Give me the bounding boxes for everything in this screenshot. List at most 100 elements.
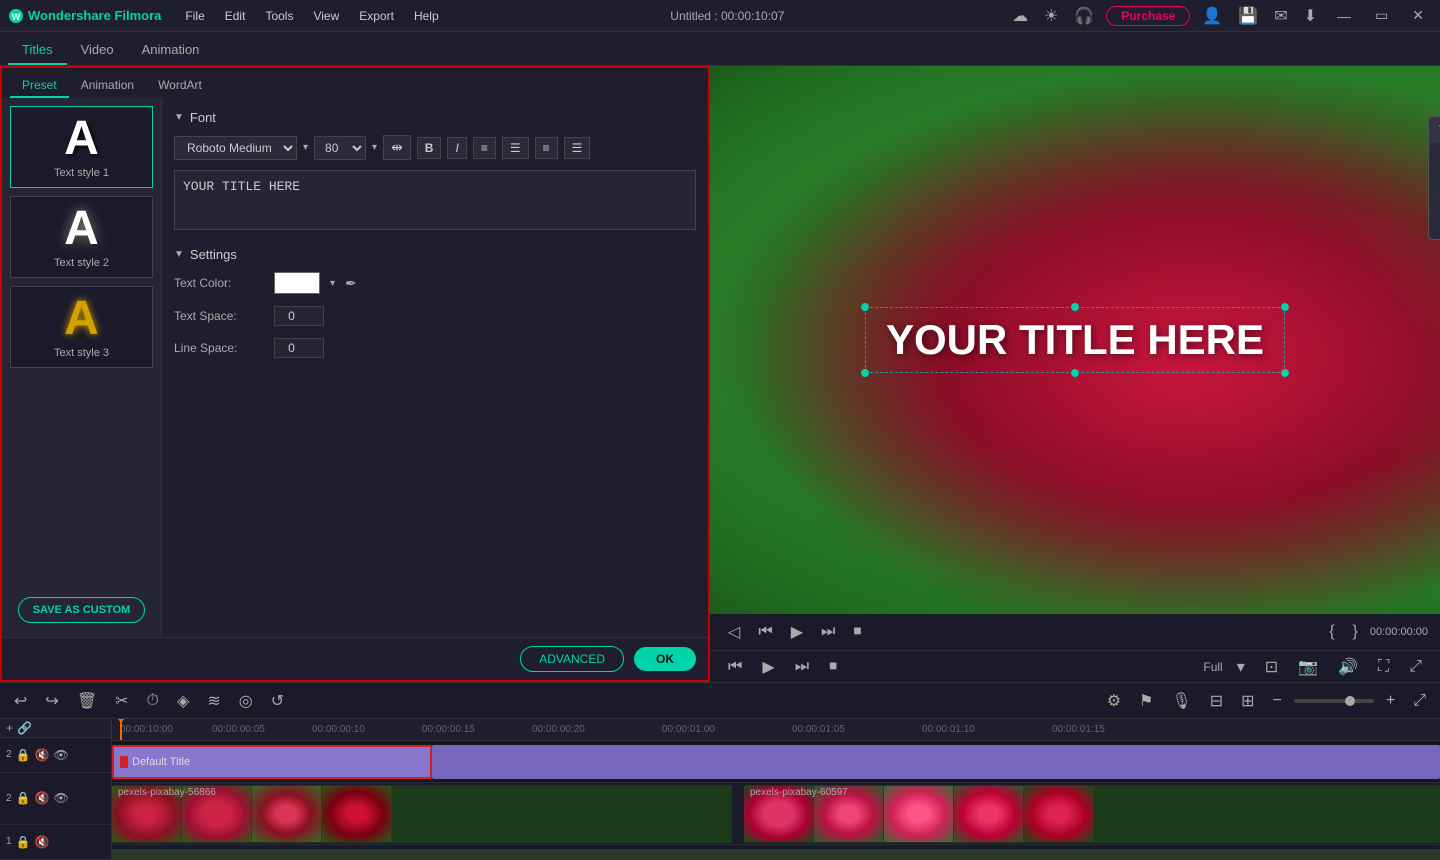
- font-size-select[interactable]: 80: [314, 136, 366, 160]
- cloud-icon[interactable]: ☁: [1008, 4, 1032, 28]
- handle-bm[interactable]: [1071, 369, 1079, 377]
- preset-item-3[interactable]: A Text style 3: [10, 286, 153, 368]
- close-button[interactable]: ✕: [1404, 5, 1432, 26]
- expand-icon[interactable]: ⤢: [1403, 656, 1428, 678]
- eyedropper-icon[interactable]: ✒: [345, 275, 357, 292]
- tab-video[interactable]: Video: [67, 36, 128, 65]
- font-dropdown-icon[interactable]: ▾: [303, 142, 308, 153]
- align-left-button[interactable]: ≡: [473, 137, 496, 159]
- record-button[interactable]: ⊞: [1235, 689, 1260, 713]
- video-segment-1[interactable]: pexels-pixabay-56866: [112, 785, 732, 843]
- effects-button[interactable]: ◎: [233, 689, 259, 713]
- stop-button[interactable]: ⏹: [847, 621, 867, 643]
- volume-icon[interactable]: 🔊: [1332, 655, 1364, 679]
- color-dropdown-icon[interactable]: ▾: [330, 278, 335, 289]
- next-frame-icon[interactable]: ⏭: [789, 656, 815, 678]
- lock-icon[interactable]: 🔒: [16, 748, 31, 762]
- mail-icon[interactable]: ✉: [1270, 4, 1291, 28]
- tab-titles[interactable]: Titles: [8, 36, 67, 65]
- expand-timeline-icon[interactable]: ⤢: [1407, 690, 1432, 712]
- speed-button[interactable]: ⏱: [141, 690, 165, 712]
- scrub-left-icon[interactable]: ◁: [722, 620, 746, 644]
- prev-frame-icon[interactable]: ⏮: [722, 656, 748, 678]
- menu-edit[interactable]: Edit: [217, 7, 254, 25]
- handle-bl[interactable]: [861, 369, 869, 377]
- video-segment-2[interactable]: pexels-pixabay-60597: [744, 785, 1440, 843]
- maximize-button[interactable]: ▭: [1367, 5, 1396, 26]
- screenshot-icon[interactable]: 📷: [1292, 655, 1324, 679]
- italic-button[interactable]: I: [447, 137, 466, 159]
- undo-button[interactable]: ↩: [8, 689, 33, 713]
- delete-button[interactable]: 🗑: [71, 689, 103, 713]
- ok-button[interactable]: OK: [634, 647, 696, 671]
- mic-button[interactable]: 🎙: [1165, 689, 1197, 713]
- menu-help[interactable]: Help: [406, 7, 447, 25]
- sub-tab-animation[interactable]: Animation: [69, 74, 146, 98]
- redo-button[interactable]: ↪: [39, 689, 64, 713]
- tab-animation[interactable]: Animation: [128, 36, 214, 65]
- track1-lock-icon[interactable]: 🔒: [16, 791, 31, 805]
- color-button[interactable]: ◈: [171, 689, 195, 713]
- justify-button[interactable]: ☰: [564, 137, 591, 159]
- split-button[interactable]: ⊟: [1204, 689, 1229, 713]
- char-spacing-button[interactable]: ⇹: [383, 135, 411, 160]
- marker-button[interactable]: ⚑: [1133, 689, 1159, 713]
- audio-mute-icon[interactable]: 🔇: [35, 835, 50, 849]
- preset-item-1[interactable]: A Text style 1: [10, 106, 153, 188]
- size-dropdown-icon[interactable]: ▾: [372, 142, 377, 153]
- sub-tab-preset[interactable]: Preset: [10, 74, 69, 98]
- sub-tab-wordart[interactable]: WordArt: [146, 74, 214, 98]
- menu-export[interactable]: Export: [351, 7, 402, 25]
- title-text-input[interactable]: YOUR TITLE HERE: [174, 170, 696, 230]
- zoom-out-icon[interactable]: −: [1267, 690, 1288, 712]
- align-center-button[interactable]: ☰: [502, 137, 529, 159]
- purchase-button[interactable]: Purchase: [1106, 6, 1190, 26]
- link-icon[interactable]: 🔗: [17, 721, 32, 735]
- handle-tl[interactable]: [861, 303, 869, 311]
- minimize-button[interactable]: —: [1329, 6, 1359, 26]
- zoom-slider[interactable]: [1294, 699, 1374, 703]
- playhead[interactable]: [120, 719, 122, 740]
- quality-dropdown-icon[interactable]: ▾: [1231, 655, 1251, 679]
- play-button[interactable]: ▶: [785, 620, 809, 644]
- motion-button[interactable]: ↺: [265, 689, 290, 713]
- menu-file[interactable]: File: [177, 7, 212, 25]
- crop-icon[interactable]: ⊡: [1259, 655, 1284, 679]
- advanced-button[interactable]: ADVANCED: [520, 646, 624, 672]
- step-forward-icon[interactable]: ⏭: [815, 621, 841, 643]
- font-select[interactable]: Roboto Medium: [174, 136, 297, 160]
- text-space-input[interactable]: 0: [274, 306, 324, 326]
- cut-button[interactable]: ✂: [109, 689, 134, 713]
- zoom-thumb[interactable]: [1345, 696, 1355, 706]
- track1-eye-icon[interactable]: 👁: [53, 791, 68, 805]
- handle-br[interactable]: [1281, 369, 1289, 377]
- step-back-icon[interactable]: ⏮: [752, 621, 778, 643]
- download-icon[interactable]: ⬇: [1300, 4, 1321, 28]
- text-color-swatch[interactable]: [274, 272, 320, 294]
- headset-icon[interactable]: 🎧: [1070, 4, 1098, 28]
- menu-tools[interactable]: Tools: [257, 7, 301, 25]
- fullscreen-icon[interactable]: ⛶: [1372, 656, 1395, 678]
- curly-brace-left-icon[interactable]: {: [1323, 621, 1340, 643]
- play2-button[interactable]: ▶: [756, 655, 780, 679]
- menu-view[interactable]: View: [305, 7, 347, 25]
- align-right-button[interactable]: ≡: [535, 137, 558, 159]
- eye-icon[interactable]: 👁: [53, 748, 68, 762]
- title-clip[interactable]: Default Title: [112, 745, 432, 779]
- sun-icon[interactable]: ☀: [1040, 4, 1062, 28]
- save-custom-button[interactable]: SAVE AS CUSTOM: [18, 597, 145, 623]
- handle-tm[interactable]: [1071, 303, 1079, 311]
- zoom-in-icon[interactable]: +: [1380, 690, 1401, 712]
- handle-tr[interactable]: [1281, 303, 1289, 311]
- snap-button[interactable]: ⚙: [1101, 689, 1127, 713]
- track1-mute-icon[interactable]: 🔇: [35, 791, 50, 805]
- audio-lock-icon[interactable]: 🔒: [16, 835, 31, 849]
- mute-icon[interactable]: 🔇: [35, 748, 50, 762]
- bold-button[interactable]: B: [417, 137, 442, 159]
- title-preview-text[interactable]: YOUR TITLE HERE: [865, 307, 1285, 373]
- preset-item-2[interactable]: A Text style 2: [10, 196, 153, 278]
- audio-button[interactable]: ≋: [201, 689, 226, 713]
- title-clip-extension[interactable]: [432, 745, 1440, 779]
- user-icon[interactable]: 👤: [1198, 4, 1226, 28]
- stop2-button[interactable]: ⏹: [823, 656, 843, 678]
